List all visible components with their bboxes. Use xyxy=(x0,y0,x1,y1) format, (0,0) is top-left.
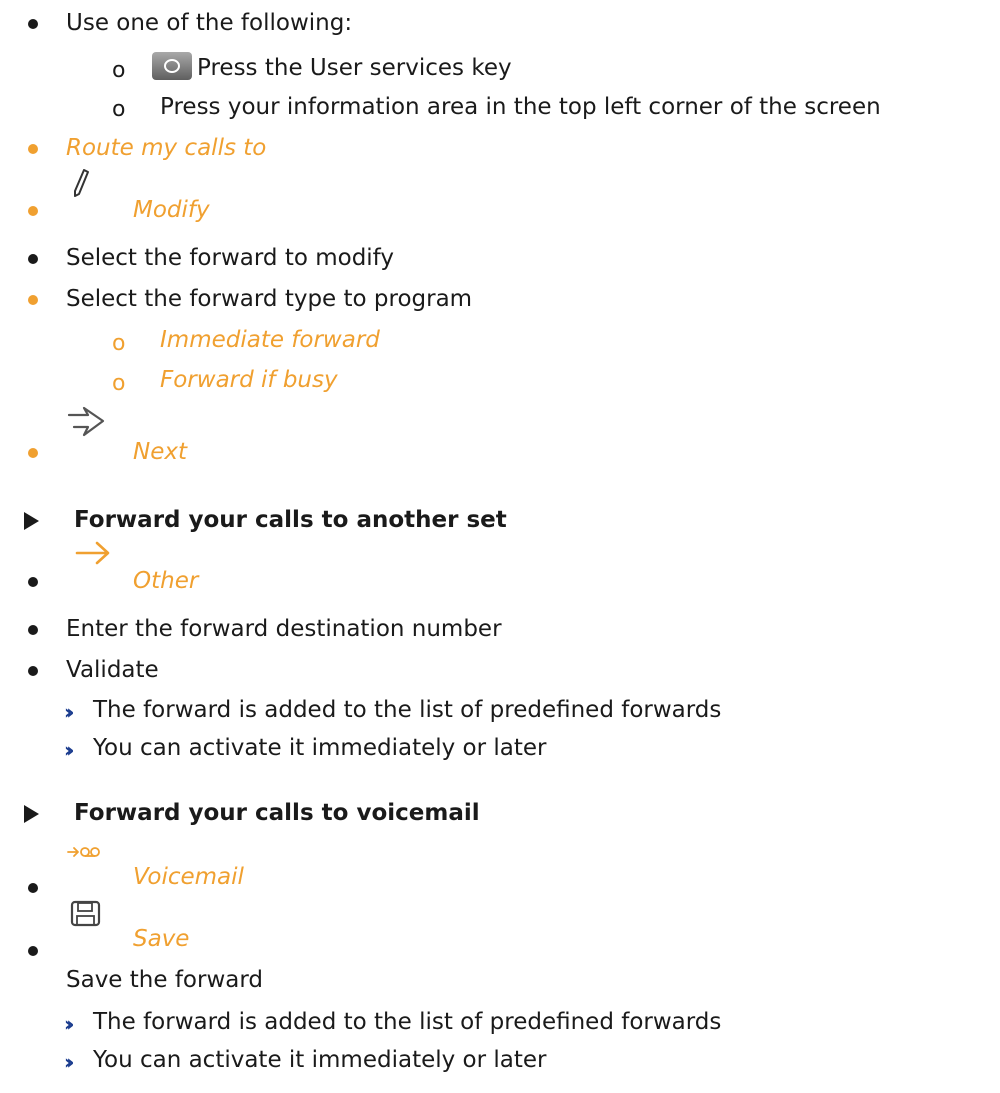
step-select-type: Select the forward type to program xyxy=(66,286,473,312)
step-next: Next xyxy=(133,439,187,465)
result-chevron-icon: ›› xyxy=(64,700,75,724)
step-enter-number: Enter the forward destination number xyxy=(66,616,502,642)
step-press-info-area: Press your information area in the top l… xyxy=(160,94,881,120)
bullet xyxy=(28,577,38,587)
pencil-icon xyxy=(72,168,90,204)
user-services-key-icon xyxy=(151,51,193,87)
bullet xyxy=(28,144,38,154)
bullet xyxy=(28,625,38,635)
voicemail-icon xyxy=(66,842,102,868)
result-chevron-icon: ›› xyxy=(64,1050,75,1074)
step-press-user-key: Press the User services key xyxy=(197,55,512,81)
next-arrow-icon xyxy=(66,405,106,445)
section-marker xyxy=(24,512,39,530)
result-added: The forward is added to the list of pred… xyxy=(93,697,722,723)
result-activate: You can activate it immediately or later xyxy=(93,735,547,761)
option-if-busy: Forward if busy xyxy=(160,367,338,393)
section-marker xyxy=(24,805,39,823)
bullet xyxy=(28,19,38,29)
bullet xyxy=(28,883,38,893)
bullet xyxy=(28,448,38,458)
bullet xyxy=(28,946,38,956)
result-added: The forward is added to the list of pred… xyxy=(93,1009,722,1035)
result-chevron-icon: ›› xyxy=(64,738,75,762)
result-chevron-icon: ›› xyxy=(64,1012,75,1036)
bullet xyxy=(28,295,38,305)
bullet xyxy=(28,254,38,264)
sub-bullet: o xyxy=(112,58,126,83)
section-voicemail-heading: Forward your calls to voicemail xyxy=(74,800,480,826)
step-use-one: Use one of the following: xyxy=(66,10,353,36)
step-route-calls: Route my calls to xyxy=(66,135,267,161)
save-disk-icon xyxy=(70,900,102,934)
bullet xyxy=(28,666,38,676)
step-modify: Modify xyxy=(133,197,210,223)
step-select-forward: Select the forward to modify xyxy=(66,245,394,271)
sub-bullet: o xyxy=(112,331,126,356)
result-activate: You can activate it immediately or later xyxy=(93,1047,547,1073)
step-save-desc: Save the forward xyxy=(66,967,264,993)
sub-bullet: o xyxy=(112,371,126,396)
option-immediate: Immediate forward xyxy=(160,327,380,353)
bullet xyxy=(28,206,38,216)
sub-bullet: o xyxy=(112,97,126,122)
step-validate: Validate xyxy=(66,657,159,683)
orange-arrow-icon xyxy=(75,540,111,572)
section-other-heading: Forward your calls to another set xyxy=(74,507,507,533)
step-other: Other xyxy=(133,568,199,594)
document-page: Use one of the following: o Press the Us… xyxy=(0,0,1000,1093)
step-save: Save xyxy=(133,926,190,952)
step-voicemail: Voicemail xyxy=(133,864,244,890)
